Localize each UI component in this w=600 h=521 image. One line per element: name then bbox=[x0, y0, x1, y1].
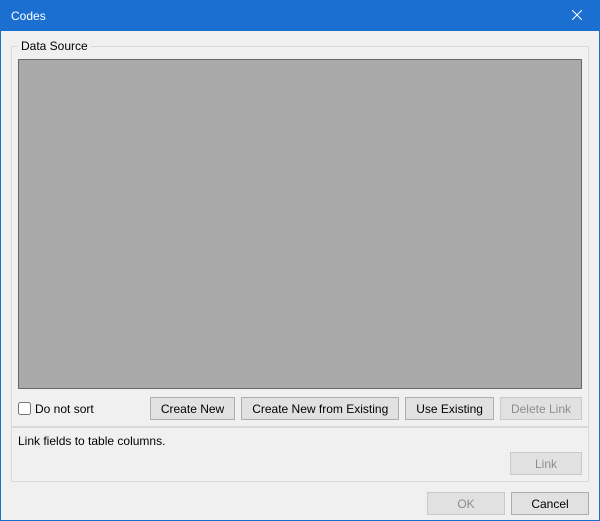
close-icon bbox=[572, 9, 582, 23]
data-source-group: Data Source Do not sort Create New Creat… bbox=[11, 39, 589, 427]
codes-dialog: Codes Data Source Do not sort Create New… bbox=[0, 0, 600, 521]
link-fields-message: Link fields to table columns. bbox=[18, 434, 582, 448]
data-source-grid[interactable] bbox=[18, 59, 582, 389]
do-not-sort-checkbox-wrap[interactable]: Do not sort bbox=[18, 402, 94, 416]
window-title: Codes bbox=[11, 9, 46, 23]
cancel-button[interactable]: Cancel bbox=[511, 492, 589, 515]
data-source-legend: Data Source bbox=[18, 39, 91, 53]
create-new-from-existing-button[interactable]: Create New from Existing bbox=[241, 397, 399, 420]
data-source-controls: Do not sort Create New Create New from E… bbox=[18, 397, 582, 420]
do-not-sort-checkbox[interactable] bbox=[18, 402, 31, 415]
ok-button: OK bbox=[427, 492, 505, 515]
create-new-button[interactable]: Create New bbox=[150, 397, 235, 420]
titlebar[interactable]: Codes bbox=[1, 1, 599, 31]
dialog-footer: OK Cancel bbox=[11, 492, 589, 515]
delete-link-button: Delete Link bbox=[500, 397, 582, 420]
client-area: Data Source Do not sort Create New Creat… bbox=[1, 31, 599, 521]
use-existing-button[interactable]: Use Existing bbox=[405, 397, 494, 420]
do-not-sort-label: Do not sort bbox=[35, 402, 94, 416]
close-button[interactable] bbox=[554, 1, 599, 31]
link-fields-group: Link fields to table columns. Link bbox=[11, 427, 589, 482]
link-button: Link bbox=[510, 452, 582, 475]
